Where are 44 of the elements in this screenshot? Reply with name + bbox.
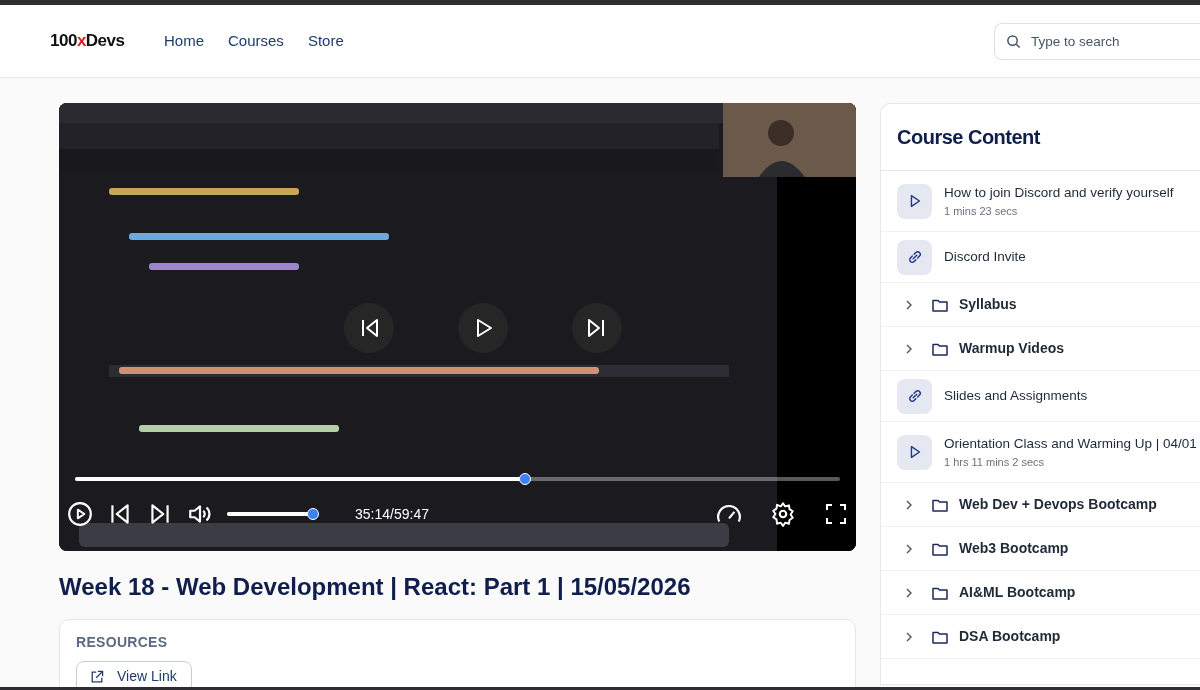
folder-title: DSA Bootcamp bbox=[959, 627, 1061, 646]
play-icon bbox=[67, 501, 93, 527]
search-field[interactable]: Type to search bbox=[994, 22, 1200, 60]
folder-title: Warmup Videos bbox=[959, 339, 1065, 358]
video-lesson-item[interactable]: How to join Discord and verify yourself 1 mins 23 secs bbox=[881, 171, 1200, 232]
lesson-title: Week 18 - Web Development | React: Part 1 | 15/05/2026 bbox=[59, 572, 692, 602]
panel-title: Course Content bbox=[881, 104, 1200, 171]
item-duration: 1 mins 23 secs bbox=[944, 203, 1019, 219]
play-button[interactable] bbox=[897, 183, 932, 219]
playback-time: 35:14/59:47 bbox=[355, 504, 429, 524]
link-button[interactable] bbox=[897, 378, 932, 414]
nav-link-text[interactable]: Courses bbox=[228, 29, 284, 53]
folder-item[interactable]: Web Dev + Devops Bootcamp bbox=[881, 483, 1200, 527]
link-button[interactable] bbox=[897, 239, 932, 275]
item-title: How to join Discord and verify yourself bbox=[944, 183, 1174, 202]
folder-title: Web Dev + Devops Bootcamp bbox=[959, 495, 1157, 514]
settings-icon bbox=[770, 501, 796, 527]
fullscreen-button[interactable] bbox=[824, 502, 848, 526]
logo[interactable]: 100xDevs bbox=[50, 28, 140, 54]
folder-title: AI&ML Bootcamp bbox=[959, 583, 1076, 602]
link-item[interactable]: Slides and Assignments bbox=[881, 371, 1200, 422]
resources-heading: RESOURCES bbox=[76, 633, 169, 652]
folder-title: Syllabus bbox=[959, 295, 1017, 314]
folder-item[interactable]: Warmup Videos bbox=[881, 327, 1200, 371]
video-player[interactable]: 35:14/59:47 bbox=[59, 103, 856, 551]
item-title: Slides and Assignments bbox=[944, 386, 1088, 405]
folder-item[interactable]: AI&ML Bootcamp bbox=[881, 571, 1200, 615]
play-button[interactable] bbox=[67, 501, 93, 527]
folder-item[interactable]: DSA Bootcamp bbox=[881, 615, 1200, 659]
search-icon bbox=[1006, 33, 1021, 49]
item-title: Orientation Class and Warming Up | 04/01 bbox=[944, 434, 1197, 453]
nav-link-text[interactable]: Home bbox=[164, 29, 204, 53]
folder-item[interactable]: Syllabus bbox=[881, 283, 1200, 327]
item-duration: 1 hrs 11 mins 2 secs bbox=[944, 454, 1046, 470]
link-item[interactable]: Discord Invite bbox=[881, 232, 1200, 283]
external-link-icon bbox=[89, 668, 105, 685]
folder-item[interactable]: Web3 Bootcamp bbox=[881, 527, 1200, 571]
play-button[interactable] bbox=[897, 434, 932, 470]
nav-link-text[interactable]: Store bbox=[307, 29, 344, 53]
settings-button[interactable] bbox=[770, 501, 796, 527]
folder-title: Web3 Bootcamp bbox=[959, 539, 1069, 558]
item-title: Discord Invite bbox=[944, 247, 1026, 266]
fullscreen-icon bbox=[824, 502, 848, 526]
video-lesson-item[interactable]: Orientation Class and Warming Up | 04/01 1 hrs 11 mins 2 secs bbox=[881, 422, 1200, 483]
